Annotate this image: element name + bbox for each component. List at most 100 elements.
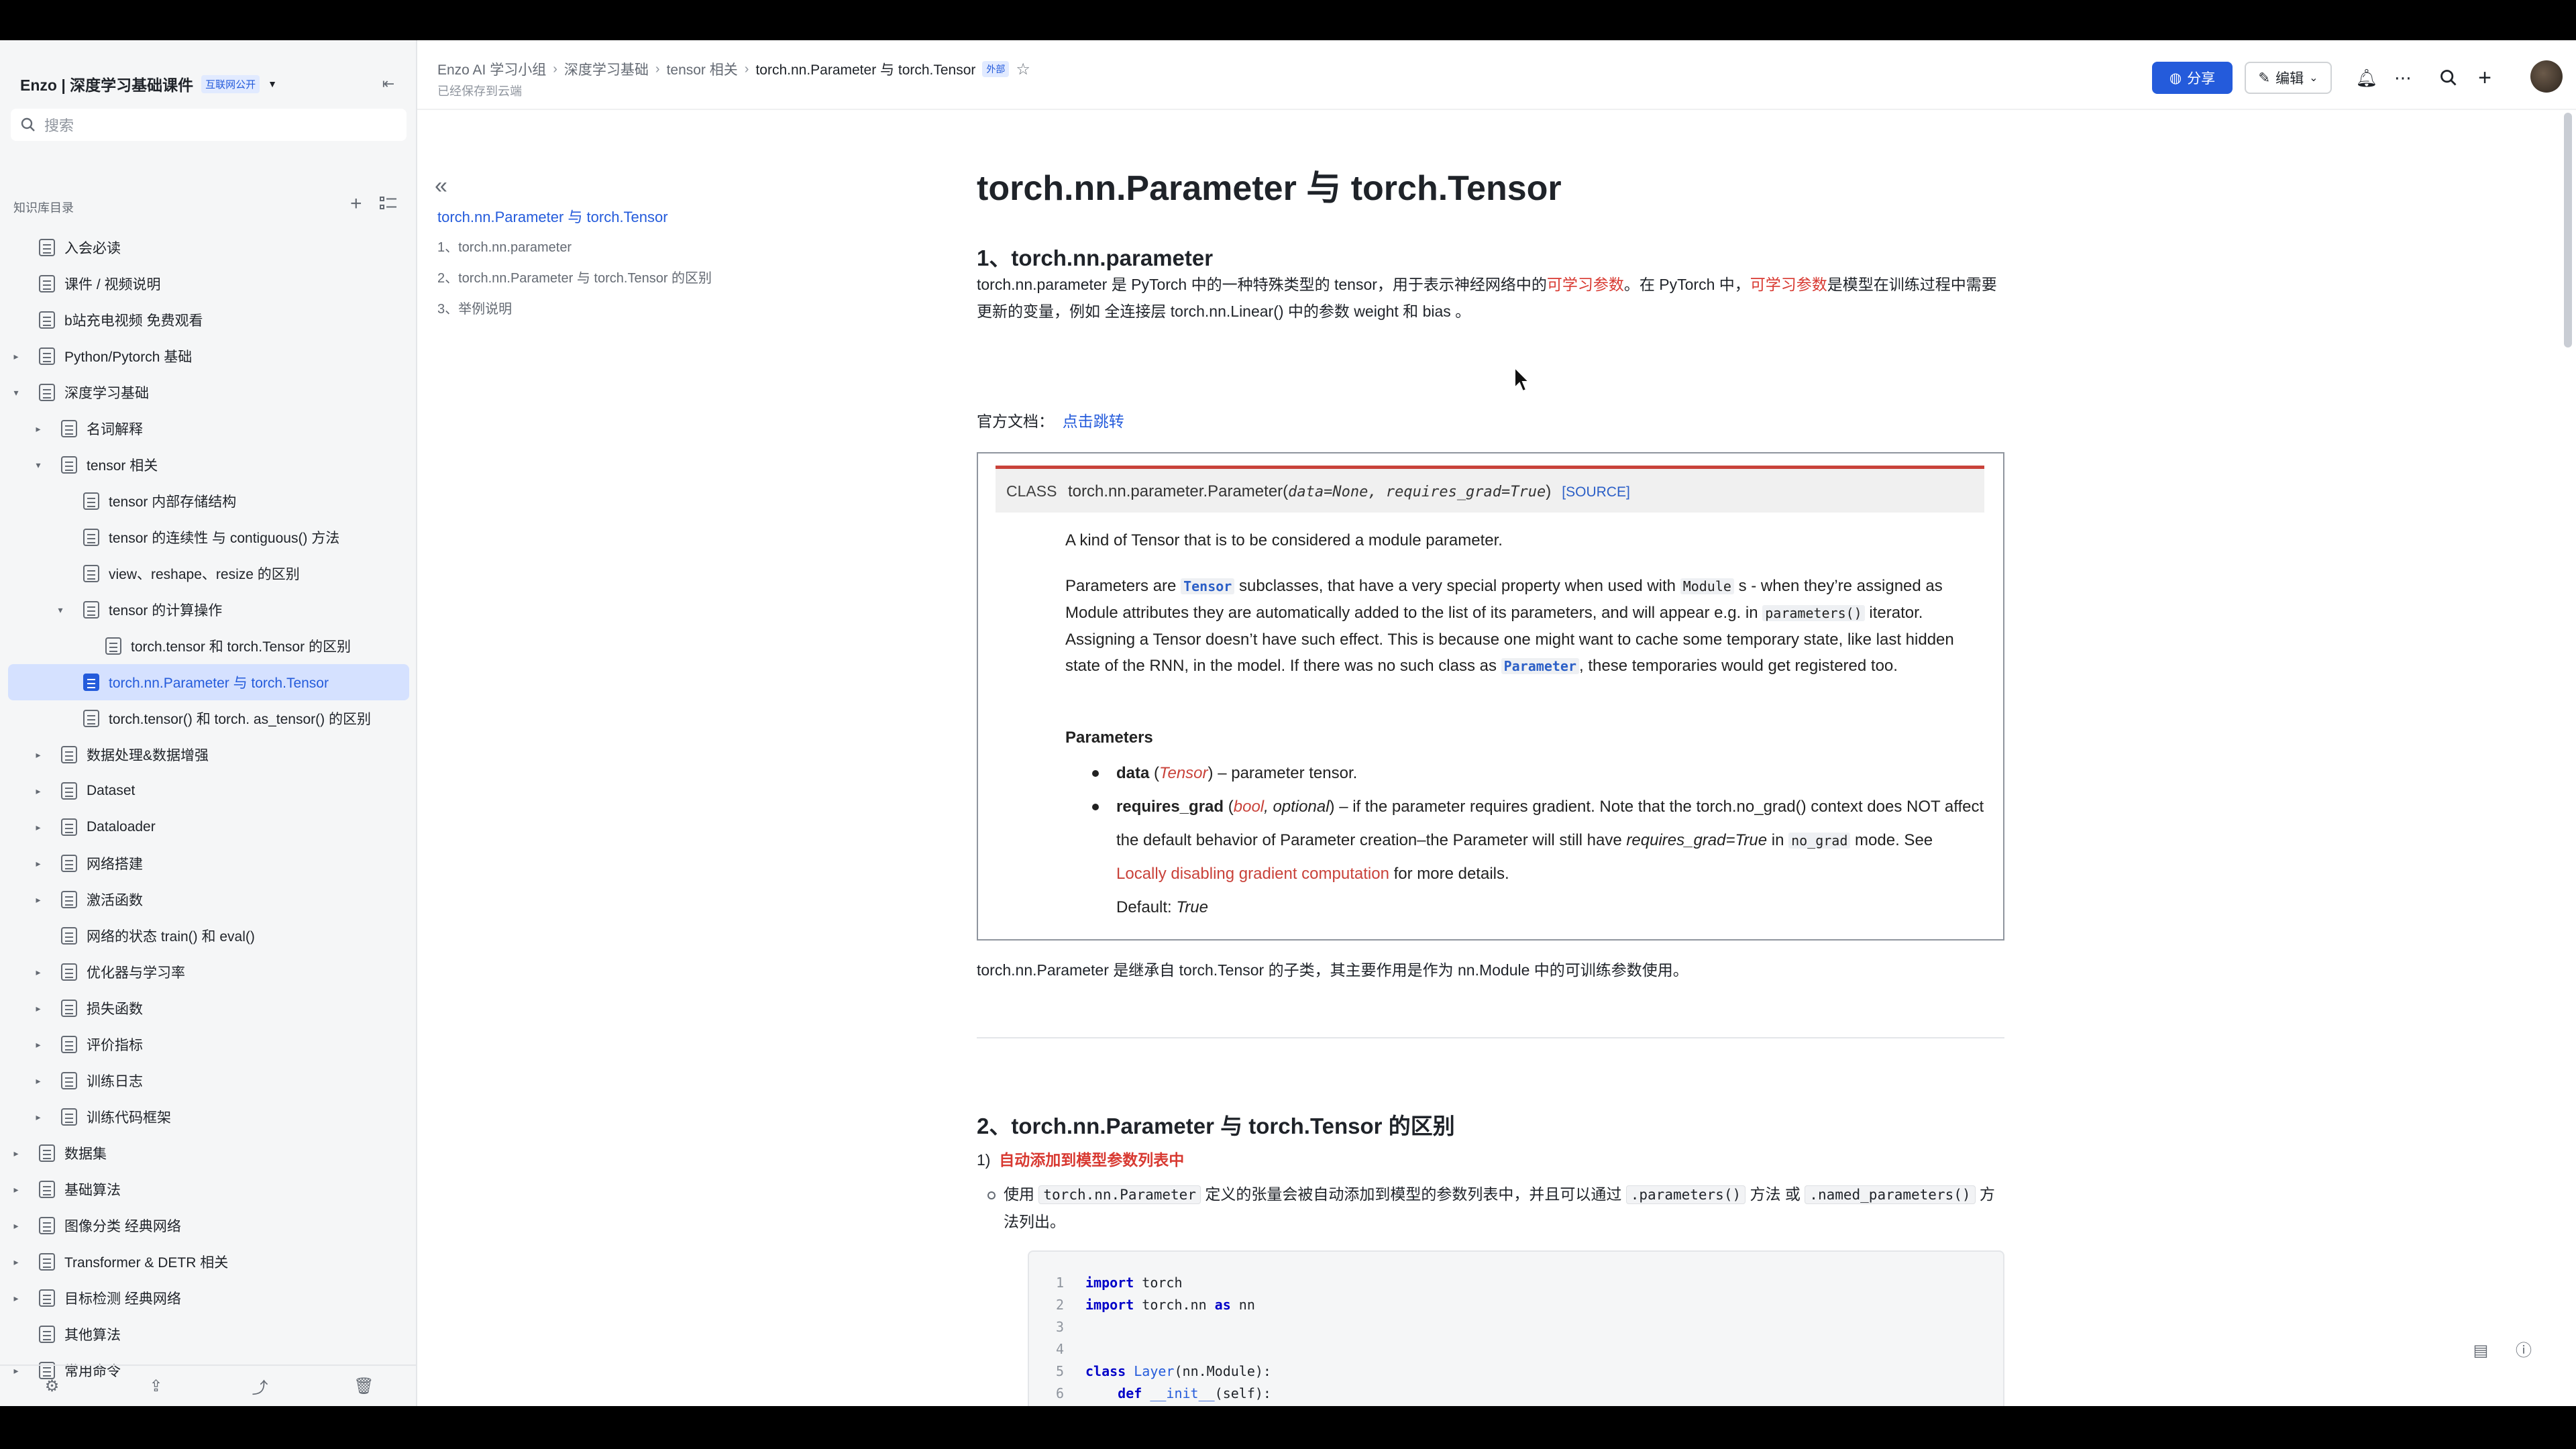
plus-icon[interactable]: + — [2473, 66, 2497, 90]
outline-item[interactable]: 1、torch.nn.parameter — [437, 236, 572, 256]
star-icon[interactable]: ☆ — [1016, 60, 1030, 79]
chevron-right-icon[interactable]: ▸ — [33, 749, 44, 761]
params-list: data (Tensor) – parameter tensor. requir… — [1085, 757, 1984, 924]
sidebar-item-label: 入会必读 — [64, 241, 121, 256]
list-view-icon[interactable] — [378, 193, 398, 213]
chevron-right-icon[interactable]: ▸ — [33, 822, 44, 833]
edit-button[interactable]: ✎ 编辑 ⌄ — [2245, 62, 2332, 94]
avatar[interactable] — [2530, 60, 2563, 93]
sidebar-item[interactable]: ▸ 数据集 — [8, 1135, 409, 1171]
collapse-sidebar-icon[interactable]: ⇤ — [378, 74, 398, 94]
collapse-outline-icon[interactable]: « — [435, 173, 447, 199]
sidebar-item[interactable]: ▸ 训练代码框架 — [8, 1099, 409, 1135]
chevron-down-icon[interactable]: ▾ — [33, 460, 44, 471]
chevron-right-icon[interactable]: ▸ — [11, 1148, 21, 1159]
sidebar-item[interactable]: ▸ Transformer & DETR 相关 — [8, 1244, 409, 1280]
sidebar-item[interactable]: ▾ tensor 相关 — [8, 447, 409, 483]
outline-item[interactable]: 2、torch.nn.Parameter 与 torch.Tensor 的区别 — [437, 267, 712, 286]
breadcrumb-item[interactable]: tensor 相关 — [667, 59, 738, 79]
scrollbar[interactable] — [2564, 113, 2572, 347]
sidebar-item[interactable]: ▾ tensor 的计算操作 — [8, 592, 409, 628]
sidebar-item[interactable]: ▸ 训练日志 — [8, 1063, 409, 1099]
search-placeholder: 搜索 — [44, 117, 74, 134]
highlight-text: 可学习参数 — [1546, 276, 1624, 293]
sidebar-item[interactable]: tensor 内部存储结构 — [8, 483, 409, 519]
bell-icon[interactable]: 🔔︎ — [2355, 66, 2379, 90]
sidebar-item[interactable]: tensor 的连续性 与 contiguous() 方法 — [8, 519, 409, 555]
sidebar-item[interactable]: ▸ Dataset — [8, 773, 409, 809]
sidebar-item[interactable]: ▸ 评价指标 — [8, 1026, 409, 1063]
breadcrumb-item[interactable]: 深度学习基础 — [564, 59, 649, 79]
share-button[interactable]: ◍ 分享 — [2152, 62, 2233, 94]
sidebar-item[interactable]: torch.tensor 和 torch.Tensor 的区别 — [8, 628, 409, 664]
space-switcher[interactable]: Enzo | 深度学习基础课件 互联网公开 ▼ — [20, 67, 277, 101]
sidebar-item-label: 数据集 — [64, 1146, 107, 1162]
sidebar-item[interactable]: ▸ 数据处理&数据增强 — [8, 737, 409, 773]
sidebar-item[interactable]: ▸ 名词解释 — [8, 411, 409, 447]
sidebar-item[interactable]: ▸ Python/Pytorch 基础 — [8, 338, 409, 374]
document-icon — [39, 1326, 55, 1343]
sidebar-item[interactable]: ▸ 目标检测 经典网络 — [8, 1280, 409, 1316]
chevron-right-icon[interactable]: ▸ — [33, 858, 44, 869]
breadcrumb-item[interactable]: Enzo AI 学习小组 — [437, 59, 546, 79]
sidebar-item[interactable]: b站充电视频 免费观看 — [8, 302, 409, 338]
more-icon[interactable]: ⋯ — [2391, 66, 2415, 90]
sidebar-item[interactable]: ▸ 激活函数 — [8, 881, 409, 918]
sidebar-item[interactable]: ▸ Dataloader — [8, 809, 409, 845]
official-label: 官方文档： — [977, 413, 1054, 430]
help-icon[interactable]: ⓘ — [2508, 1335, 2540, 1367]
official-link[interactable]: 点击跳转 — [1063, 413, 1124, 430]
chevron-right-icon[interactable]: ▸ — [33, 1075, 44, 1087]
search-input[interactable]: 搜索 — [11, 109, 407, 141]
sidebar-item[interactable]: ▸ 损失函数 — [8, 990, 409, 1026]
sidebar-item[interactable]: 入会必读 — [8, 229, 409, 266]
sidebar-item[interactable]: ▾ 深度学习基础 — [8, 374, 409, 411]
sidebar-item[interactable]: 网络的状态 train() 和 eval() — [8, 918, 409, 954]
list-text: 自动添加到模型参数列表中 — [999, 1151, 1185, 1169]
share-icon[interactable]: ⇪ — [143, 1377, 170, 1396]
outline-item[interactable]: 3、举例说明 — [437, 298, 512, 317]
chevron-right-icon[interactable]: ▸ — [33, 423, 44, 435]
chevron-right-icon[interactable]: ▸ — [11, 1293, 21, 1304]
sidebar-item[interactable]: ▸ 图像分类 经典网络 — [8, 1208, 409, 1244]
chevron-right-icon[interactable]: ▸ — [33, 1039, 44, 1051]
sidebar-item[interactable]: 课件 / 视频说明 — [8, 266, 409, 302]
sidebar-item-label: Dataset — [87, 783, 136, 798]
text: 使用 — [1004, 1185, 1039, 1203]
chevron-right-icon[interactable]: ▸ — [33, 786, 44, 797]
doc-info-icon[interactable]: ▤ — [2465, 1335, 2497, 1367]
chevron-right-icon[interactable]: ▸ — [33, 967, 44, 978]
code-block[interactable]: 1 import torch 2 import torch.nn as nn 3 4 5 cl… — [1028, 1250, 2004, 1406]
line-number: 4 — [1055, 1341, 1064, 1357]
sidebar-item[interactable]: 其他算法 — [8, 1316, 409, 1352]
breadcrumb-current: torch.nn.Parameter 与 torch.Tensor — [755, 62, 976, 78]
class-keyword: CLASS — [1006, 482, 1057, 500]
chevron-right-icon[interactable]: ▸ — [11, 1220, 21, 1232]
search-icon[interactable] — [2436, 66, 2461, 90]
add-icon[interactable]: + — [350, 192, 362, 216]
line-number: 2 — [1055, 1297, 1064, 1313]
chevron-right-icon[interactable]: ▸ — [33, 1112, 44, 1123]
sidebar-item[interactable]: ▸ 基础算法 — [8, 1171, 409, 1208]
chevron-down-icon[interactable]: ▾ — [11, 387, 21, 398]
chevron-right-icon[interactable]: ▸ — [11, 351, 21, 362]
chevron-right-icon[interactable]: ▸ — [33, 1003, 44, 1014]
chart-icon[interactable]: ⤴ — [247, 1375, 274, 1398]
chevron-right-icon[interactable]: ▸ — [33, 894, 44, 906]
outline-title[interactable]: torch.nn.Parameter 与 torch.Tensor — [437, 205, 668, 227]
sidebar-item[interactable]: ▸ 优化器与学习率 — [8, 954, 409, 990]
chevron-right-icon[interactable]: ▸ — [11, 1256, 21, 1268]
chevron-down-icon[interactable]: ▾ — [55, 604, 66, 616]
space-title: Enzo | 深度学习基础课件 — [20, 76, 194, 94]
settings-icon[interactable]: ⚙ — [39, 1377, 66, 1396]
sidebar-item[interactable]: torch.tensor() 和 torch. as_tensor() 的区别 — [8, 700, 409, 737]
sidebar-item[interactable]: view、reshape、resize 的区别 — [8, 555, 409, 592]
trash-icon[interactable]: 🗑 — [351, 1377, 378, 1396]
public-badge: 互联网公开 — [201, 74, 260, 93]
sidebar-item[interactable]: ▸ 网络搭建 — [8, 845, 409, 881]
sidebar-item-label: 数据处理&数据增强 — [87, 748, 209, 763]
sidebar-item-label: 损失函数 — [87, 1002, 143, 1017]
sidebar-item-label: Python/Pytorch 基础 — [64, 350, 193, 365]
chevron-right-icon[interactable]: ▸ — [11, 1184, 21, 1195]
sidebar-item[interactable]: torch.nn.Parameter 与 torch.Tensor — [8, 664, 409, 700]
